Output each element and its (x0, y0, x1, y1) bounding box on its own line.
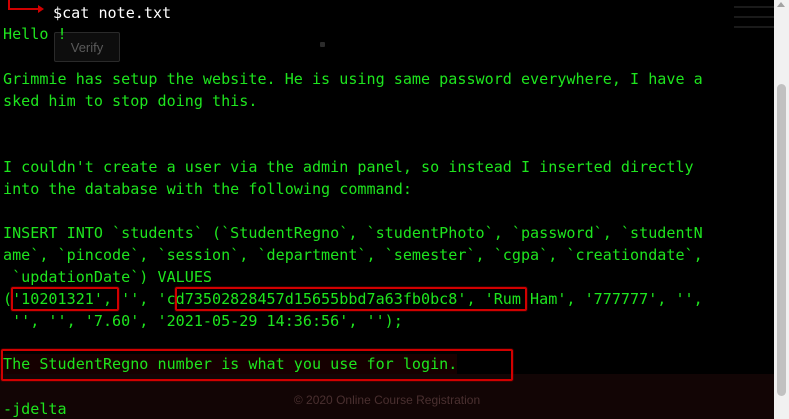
prompt-line-icon (18, 8, 40, 10)
background-dot (320, 42, 325, 47)
prompt-arrow-icon (38, 5, 44, 13)
output-line: ame`, `pincode`, `session`, `department`… (3, 246, 703, 264)
output-line: ('10201321', '', 'cd73502828457d15655bbd… (3, 290, 703, 308)
background-stripe (734, 6, 774, 8)
scrollbar-thumb[interactable] (777, 84, 786, 396)
output-line: sked him to stop doing this. (3, 92, 258, 110)
output-line: '', '', '7.60', '2021-05-29 14:36:56', '… (3, 312, 403, 330)
output-line: INSERT INTO `students` (`StudentRegno`, … (3, 224, 703, 242)
output-line: Grimmie has setup the website. He is usi… (3, 70, 703, 88)
footer-text: © 2020 Online Course Registration (293, 393, 481, 407)
prompt-symbol: $ (53, 4, 63, 22)
login-hint-line: The StudentRegno number is what you use … (3, 354, 458, 374)
output-line: into the database with the following com… (3, 180, 412, 198)
prompt-bracket-icon (8, 0, 18, 10)
background-stripe (734, 16, 774, 18)
output-line: Hello ! (3, 25, 67, 43)
prompt-command: $cat note.txt (53, 3, 171, 23)
output-line: I couldn't create a user via the admin p… (3, 158, 694, 176)
output-line: `updationDate`) VALUES (3, 268, 213, 286)
scroll-up-arrow-icon[interactable] (777, 2, 785, 7)
vertical-scrollbar[interactable] (774, 0, 789, 419)
terminal-window[interactable]: Verify © 2020 Online Course Registration… (0, 0, 774, 419)
command-text: cat note.txt (62, 4, 172, 22)
background-stripe (734, 26, 774, 28)
signature-line: -jdelta (3, 400, 67, 418)
